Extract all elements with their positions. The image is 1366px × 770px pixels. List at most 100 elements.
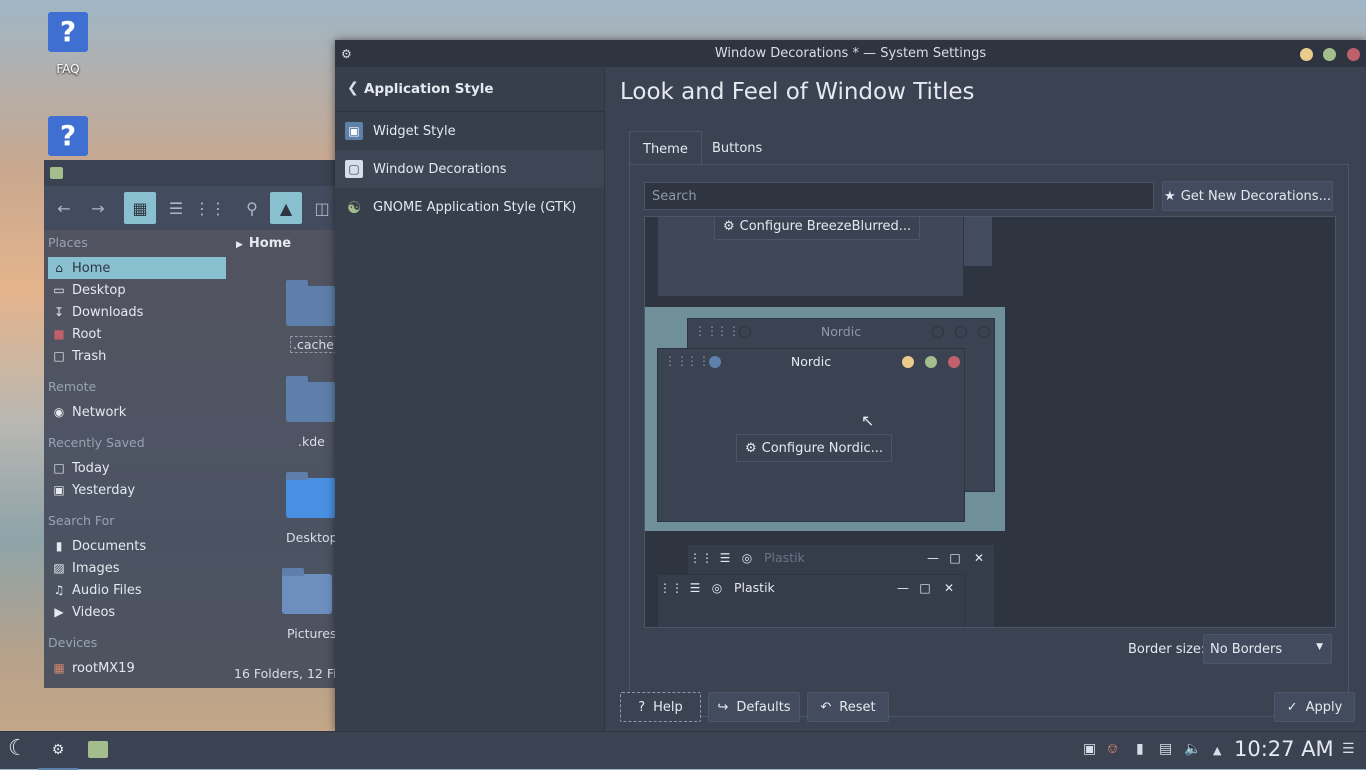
calendar-icon: □	[53, 461, 65, 475]
desktop-folder-icon[interactable]	[286, 472, 336, 518]
folder-icon[interactable]	[286, 376, 336, 422]
file-manager-toolbar: ← → ▦ ☰ ⋮⋮ ⚲ ▲ ◫	[44, 186, 336, 230]
get-new-decorations-button[interactable]: ★ Get New Decorations...	[1162, 181, 1333, 211]
chevron-right-icon: ▶	[236, 240, 243, 250]
apply-button[interactable]: ✓ Apply	[1274, 692, 1355, 722]
gnome-icon: ☯	[346, 197, 362, 217]
window-decorations-icon: ▢	[345, 160, 363, 178]
decorations-list: ⚙ Configure BreezeBlurred... ⋮⋮ ⋮⋮ Nordic	[644, 216, 1336, 628]
settings-window: ⚙ Window Decorations * — System Settings…	[335, 40, 1366, 731]
defaults-button[interactable]: ↪ Defaults	[708, 692, 800, 722]
sidebar-heading: Application Style	[364, 81, 494, 97]
desktop-icon: ▭	[53, 283, 65, 297]
app-menu-icon[interactable]: ☾	[8, 736, 28, 761]
configure-nordic-button[interactable]: ⚙ Configure Nordic...	[736, 434, 892, 462]
battery-icon[interactable]: ▮	[1136, 741, 1144, 757]
place-yesterday[interactable]: ▣ Yesterday	[48, 479, 226, 501]
file-label[interactable]: .cache	[290, 336, 337, 353]
compact-view-icon[interactable]: ⋮⋮	[194, 192, 226, 224]
taskbar: ☾ ⚙ ▣ ⎊ ▮ ▤ 🔈 ▲ 10:27 AM ☰	[0, 731, 1366, 770]
place-documents[interactable]: ▮ Documents	[48, 535, 226, 557]
place-videos[interactable]: ▶ Videos	[48, 601, 226, 623]
configure-breezeblurred-button[interactable]: ⚙ Configure BreezeBlurred...	[714, 217, 921, 240]
desktop-icon-help[interactable]: ?	[38, 116, 98, 156]
tab-buttons[interactable]: Buttons	[699, 131, 775, 165]
plastik-front-preview[interactable]: ⋮⋮ ☰ ◎ Plastik — □ ✕	[657, 574, 965, 627]
home-icon: ⌂	[55, 261, 63, 275]
pictures-folder-icon[interactable]	[282, 568, 332, 614]
border-size-select[interactable]: No Borders ▼	[1203, 634, 1332, 664]
sidebar-back-button[interactable]: ❮ Application Style	[335, 67, 604, 112]
video-icon: ▶	[54, 605, 64, 619]
clock[interactable]: 10:27 AM	[1234, 737, 1334, 761]
minimize-button[interactable]	[1300, 48, 1313, 61]
search-input[interactable]: Search	[644, 182, 1154, 210]
device-rootmx19[interactable]: ▦ rootMX19	[48, 657, 226, 679]
minimize-icon: —	[897, 581, 909, 595]
breadcrumb[interactable]: ▶ Home	[236, 236, 291, 251]
ring-icon: ◎	[741, 551, 753, 565]
place-trash[interactable]: □ Trash	[48, 345, 226, 367]
volume-icon[interactable]: 🔈	[1184, 741, 1201, 757]
help-button[interactable]: ? Help	[620, 692, 701, 722]
file-manager-app-icon	[50, 167, 63, 179]
wifi-icon[interactable]: ⎊	[1107, 741, 1118, 757]
close-button[interactable]	[1347, 48, 1360, 61]
root-folder-icon: ■	[53, 327, 65, 341]
recent-heading: Recently Saved	[48, 435, 145, 450]
place-today[interactable]: □ Today	[48, 457, 226, 479]
maximize-icon: □	[919, 581, 931, 595]
taskbar-settings-task[interactable]: ⚙	[38, 732, 78, 770]
remote-heading: Remote	[48, 379, 97, 394]
menu-icon: ☰	[719, 551, 731, 565]
file-label[interactable]: .kde	[298, 434, 325, 449]
split-view-icon[interactable]: ◫	[306, 192, 338, 224]
place-root[interactable]: ■ Root	[48, 323, 226, 345]
place-images[interactable]: ▨ Images	[48, 557, 226, 579]
sidebar-item-widget-style[interactable]: ▣ Widget Style	[335, 112, 604, 150]
search-icon[interactable]: ⚲	[236, 192, 268, 224]
preview-icon[interactable]: ▲	[270, 192, 302, 224]
close-dot-icon	[948, 356, 960, 368]
tray-expand-icon[interactable]: ▲	[1213, 744, 1221, 757]
place-audio[interactable]: ♫ Audio Files	[48, 579, 226, 601]
tab-theme[interactable]: Theme	[629, 131, 702, 166]
place-network[interactable]: ◉ Network	[48, 401, 226, 423]
usb-icon[interactable]: ▣	[1083, 741, 1096, 757]
ring-icon	[955, 326, 967, 338]
settings-main: Look and Feel of Window Titles Theme But…	[605, 67, 1366, 731]
page-title: Look and Feel of Window Titles	[620, 79, 975, 105]
clipboard-icon[interactable]: ▤	[1159, 741, 1172, 757]
back-icon[interactable]: ←	[48, 192, 80, 224]
icon-view-icon[interactable]: ▦	[124, 192, 156, 224]
sidebar-item-gtk[interactable]: ☯ GNOME Application Style (GTK)	[335, 188, 604, 226]
menu-icon: ☰	[689, 581, 701, 595]
place-desktop[interactable]: ▭ Desktop	[48, 279, 226, 301]
menu-icon[interactable]: ☰	[1342, 741, 1355, 757]
desktop-icon-faq[interactable]: ? FAQ	[38, 12, 98, 76]
grip-icon: ⋮⋮	[659, 581, 683, 595]
file-manager-titlebar[interactable]	[44, 160, 336, 186]
file-view: ▶ Home .cache .kde Desktop Pictures 16 Fo…	[230, 230, 348, 688]
place-downloads[interactable]: ↧ Downloads	[48, 301, 226, 323]
forward-icon[interactable]: →	[82, 192, 114, 224]
download-icon: ↧	[53, 305, 65, 319]
minimize-icon: —	[927, 551, 939, 565]
maximize-button[interactable]	[1323, 48, 1336, 61]
network-icon: ◉	[53, 405, 65, 419]
file-manager-window: ← → ▦ ☰ ⋮⋮ ⚲ ▲ ◫ Places ⌂ Home ▭ Desktop ↧…	[44, 160, 348, 688]
drive-icon: ▦	[53, 661, 65, 675]
plastik-front-title: Plastik	[734, 580, 775, 595]
file-label[interactable]: Pictures	[287, 626, 337, 641]
details-view-icon[interactable]: ☰	[160, 192, 192, 224]
sidebar-item-window-decorations[interactable]: ▢ Window Decorations	[335, 150, 604, 188]
place-home[interactable]: ⌂ Home	[48, 257, 226, 279]
file-label[interactable]: Desktop	[286, 530, 338, 545]
taskbar-file-manager-icon[interactable]	[88, 741, 108, 758]
settings-titlebar[interactable]: ⚙ Window Decorations * — System Settings	[335, 40, 1366, 67]
reset-button[interactable]: ↶ Reset	[807, 692, 889, 722]
folder-icon[interactable]	[286, 280, 336, 326]
border-size-label: Border size:	[1128, 642, 1206, 657]
gear-icon: ⚙	[745, 440, 757, 456]
chevron-down-icon: ▼	[1316, 642, 1323, 652]
